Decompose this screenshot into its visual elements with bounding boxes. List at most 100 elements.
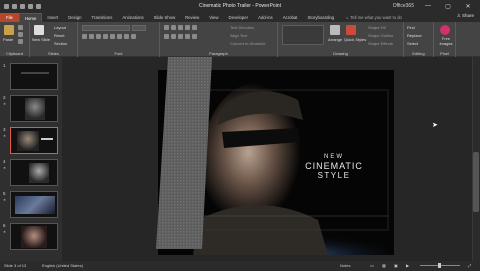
numbering-icon[interactable]: [171, 25, 176, 30]
slide-thumbnail-1[interactable]: [10, 63, 58, 90]
underline-icon[interactable]: [96, 34, 101, 39]
tab-add-ins[interactable]: Add-ins: [253, 13, 278, 22]
transition-star-icon: ★: [3, 198, 7, 202]
shadow-icon[interactable]: [110, 34, 115, 39]
tab-transitions[interactable]: Transitions: [87, 13, 118, 22]
reading-view-icon[interactable]: ▣: [394, 263, 398, 268]
font-name-box[interactable]: [82, 25, 130, 31]
select-button[interactable]: Select: [407, 41, 418, 46]
thumb-graphic: [21, 72, 49, 74]
slide-count: Slide 3 of 13: [4, 263, 27, 268]
tab-review[interactable]: Review: [180, 13, 204, 22]
bullets-icon[interactable]: [164, 25, 169, 30]
columns-icon[interactable]: [192, 34, 197, 39]
maximize-button[interactable]: ▢: [438, 0, 458, 12]
increase-indent-icon[interactable]: [185, 25, 190, 30]
shape-outline-button[interactable]: Shape Outline: [368, 33, 393, 38]
thumb-text: [41, 138, 53, 140]
slide-thumbnail-3[interactable]: [10, 127, 58, 154]
align-right-icon[interactable]: [178, 34, 183, 39]
layout-button[interactable]: Layout: [54, 25, 66, 30]
arrange-icon[interactable]: [330, 25, 340, 35]
format-painter-icon[interactable]: [18, 39, 23, 44]
char-spacing-icon[interactable]: [117, 34, 122, 39]
tab-home[interactable]: Home: [18, 13, 43, 22]
notes-button[interactable]: Notes: [340, 263, 350, 268]
title-bar: Cinematic Photo Trailer - PowerPoint Off…: [0, 0, 480, 12]
tab-slide-show[interactable]: Slide Show: [149, 13, 181, 22]
new-slide-icon[interactable]: [34, 25, 44, 35]
vertical-scrollbar[interactable]: [472, 57, 480, 261]
font-color-icon[interactable]: [131, 34, 136, 39]
convert-smartart-button[interactable]: Convert to SmartArt: [230, 41, 265, 46]
editing-group-label: Editing: [412, 51, 425, 56]
slide-thumbnail-5[interactable]: [10, 191, 58, 218]
paste-label[interactable]: Paste: [3, 37, 13, 42]
slide-title-block[interactable]: NEW CINEMATIC STYLE: [300, 153, 368, 180]
bold-icon[interactable]: [82, 34, 87, 39]
account-name[interactable]: Office365: [393, 3, 414, 9]
copy-icon[interactable]: [18, 32, 23, 37]
change-case-icon[interactable]: [124, 34, 129, 39]
minimize-button[interactable]: —: [418, 0, 438, 12]
tell-me-search[interactable]: ☼ Tell me what you want to do: [339, 13, 408, 22]
zoom-slider-thumb[interactable]: [438, 263, 441, 268]
section-button[interactable]: Section: [54, 41, 67, 46]
line-spacing-icon[interactable]: [192, 25, 197, 30]
quick-styles-icon[interactable]: [346, 25, 356, 35]
align-center-icon[interactable]: [171, 34, 176, 39]
align-text-button[interactable]: Align Text: [230, 33, 247, 38]
free-images-button[interactable]: Free Images: [436, 36, 456, 46]
ribbon-tabs: File Home Insert Design Transitions Anim…: [0, 12, 480, 22]
paragraph-row-2: [164, 34, 197, 39]
find-button[interactable]: Find: [407, 25, 415, 30]
tab-design[interactable]: Design: [63, 13, 86, 22]
slideshow-view-icon[interactable]: ▶: [406, 263, 409, 268]
clipboard-small-buttons: [18, 25, 23, 45]
align-left-icon[interactable]: [164, 34, 169, 39]
group-editing: Find Replace Select Editing: [404, 22, 434, 57]
tab-animations[interactable]: Animations: [117, 13, 148, 22]
scrollbar-thumb[interactable]: [473, 152, 479, 212]
thumb-number: 2: [3, 95, 6, 100]
arrange-button[interactable]: Arrange: [328, 37, 342, 42]
tab-acrobat[interactable]: Acrobat: [278, 13, 303, 22]
text-direction-button[interactable]: Text Direction: [230, 25, 254, 30]
share-button[interactable]: ♙ Share: [457, 13, 474, 19]
tab-file[interactable]: File: [0, 13, 19, 22]
replace-button[interactable]: Replace: [407, 33, 422, 38]
shape-fill-button[interactable]: Shape Fill: [368, 25, 386, 30]
free-images-icon[interactable]: [440, 25, 450, 35]
group-slides: New Slide Layout Reset Section Slides: [30, 22, 78, 57]
slide-thumbnail-6[interactable]: [10, 223, 58, 250]
cut-icon[interactable]: [18, 25, 23, 30]
slide-thumbnail-2[interactable]: [10, 95, 58, 122]
quick-styles-button[interactable]: Quick Styles: [344, 37, 366, 42]
striped-shape[interactable]: [150, 57, 230, 257]
decrease-indent-icon[interactable]: [178, 25, 183, 30]
fit-to-window-icon[interactable]: ⤢: [468, 263, 471, 268]
tab-storyboarding[interactable]: Storyboarding: [303, 13, 340, 22]
slide-thumbnail-4[interactable]: [10, 159, 58, 186]
tab-view[interactable]: View: [204, 13, 223, 22]
close-button[interactable]: ✕: [458, 0, 478, 12]
new-slide-label[interactable]: New Slide: [32, 37, 50, 42]
reset-button[interactable]: Reset: [54, 33, 64, 38]
paragraph-row-1: [164, 25, 197, 30]
shapes-gallery[interactable]: [282, 25, 324, 45]
drawing-group-label: Drawing: [333, 51, 348, 56]
thumb-number: 6: [3, 223, 6, 228]
paste-icon[interactable]: [4, 25, 14, 35]
slide-text-cinematic: CINEMATIC: [305, 161, 363, 171]
tab-developer[interactable]: Developer: [224, 13, 254, 22]
language-indicator[interactable]: English (United States): [42, 263, 83, 268]
transition-star-icon: ★: [3, 166, 7, 170]
strikethrough-icon[interactable]: [103, 34, 108, 39]
tab-insert[interactable]: Insert: [42, 13, 63, 22]
slide-sorter-icon[interactable]: ▦: [382, 263, 386, 268]
italic-icon[interactable]: [89, 34, 94, 39]
shape-effects-button[interactable]: Shape Effects: [368, 41, 393, 46]
justify-icon[interactable]: [185, 34, 190, 39]
normal-view-icon[interactable]: ▭: [370, 263, 374, 268]
font-size-box[interactable]: [132, 25, 146, 31]
